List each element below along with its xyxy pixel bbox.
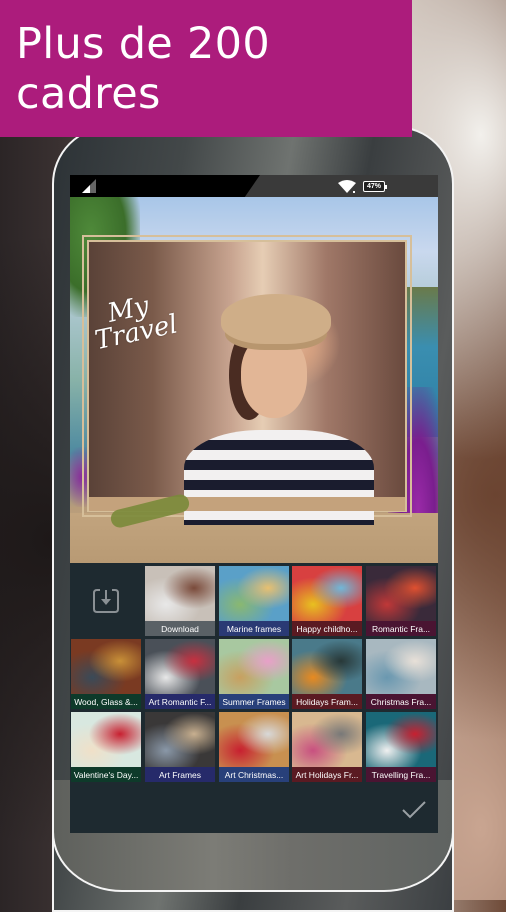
frame-category-item[interactable]: Happy childho... xyxy=(292,566,362,636)
frame-category-label: Art Frames xyxy=(145,767,215,782)
frame-thumbnail xyxy=(219,566,289,621)
frame-thumbnail xyxy=(292,639,362,694)
frame-thumbnail xyxy=(145,566,215,621)
frame-thumbnail xyxy=(145,639,215,694)
frame-category-item[interactable]: Valentine's Day... xyxy=(71,712,141,782)
signal-icon xyxy=(82,179,96,193)
frame-category-item[interactable]: Travelling Fra... xyxy=(366,712,436,782)
download-frames-button[interactable] xyxy=(70,566,142,636)
frame-thumbnail xyxy=(366,639,436,694)
frame-category-label: Romantic Fra... xyxy=(366,621,436,636)
frame-thumbnail xyxy=(366,566,436,621)
frame-thumbnail xyxy=(145,712,215,767)
frame-category-label: Travelling Fra... xyxy=(366,767,436,782)
frame-thumbnail xyxy=(71,712,141,767)
frame-category-label: Valentine's Day... xyxy=(71,767,141,782)
frame-category-label: Art Romantic F... xyxy=(145,694,215,709)
frame-category-item[interactable]: Summer Frames xyxy=(219,639,289,709)
frame-category-item[interactable]: Romantic Fra... xyxy=(366,566,436,636)
frame-thumbnail xyxy=(219,639,289,694)
banner-title: Plus de 200 cadres xyxy=(16,18,270,119)
hat xyxy=(221,294,331,344)
frame-category-label: Art Christmas... xyxy=(219,767,289,782)
frame-category-item[interactable]: Art Holidays Fr... xyxy=(292,712,362,782)
frame-category-label: Download xyxy=(145,621,215,636)
wifi-icon xyxy=(338,180,356,193)
frame-category-label: Wood, Glass &... xyxy=(71,694,141,709)
photo-preview[interactable]: My Travel xyxy=(70,197,438,563)
frame-category-item[interactable]: Wood, Glass &... xyxy=(71,639,141,709)
frame-category-item[interactable]: Art Christmas... xyxy=(219,712,289,782)
frame-category-label: Christmas Fra... xyxy=(366,694,436,709)
frame-category-label: Happy childho... xyxy=(292,621,362,636)
frame-thumbnail xyxy=(292,712,362,767)
frame-category-label: Holidays Fram... xyxy=(292,694,362,709)
frame-category-item[interactable]: Art Frames xyxy=(145,712,215,782)
frame-category-label: Art Holidays Fr... xyxy=(292,767,362,782)
frame-category-item[interactable]: Holidays Fram... xyxy=(292,639,362,709)
frame-category-label: Marine frames xyxy=(219,621,289,636)
frame-thumbnail xyxy=(292,566,362,621)
frame-thumbnail xyxy=(366,712,436,767)
checkmark-icon[interactable] xyxy=(402,801,426,819)
frame-category-item[interactable]: Christmas Fra... xyxy=(366,639,436,709)
app-screen: 47% My Travel Download Marine frames Hap… xyxy=(70,175,438,833)
frame-thumbnail xyxy=(219,712,289,767)
frame-category-item[interactable]: Marine frames xyxy=(219,566,289,636)
frames-grid: Download Marine frames Happy childho... Rom… xyxy=(70,563,438,833)
download-icon xyxy=(93,589,119,613)
frame-category-item[interactable]: Download xyxy=(145,566,215,636)
frame-thumbnail xyxy=(71,639,141,694)
portrait-photo xyxy=(89,242,405,525)
promo-banner: Plus de 200 cadres xyxy=(0,0,412,137)
frame-category-item[interactable]: Art Romantic F... xyxy=(145,639,215,709)
frame-category-label: Summer Frames xyxy=(219,694,289,709)
battery-indicator: 47% xyxy=(363,181,387,192)
status-bar: 47% xyxy=(70,175,438,197)
